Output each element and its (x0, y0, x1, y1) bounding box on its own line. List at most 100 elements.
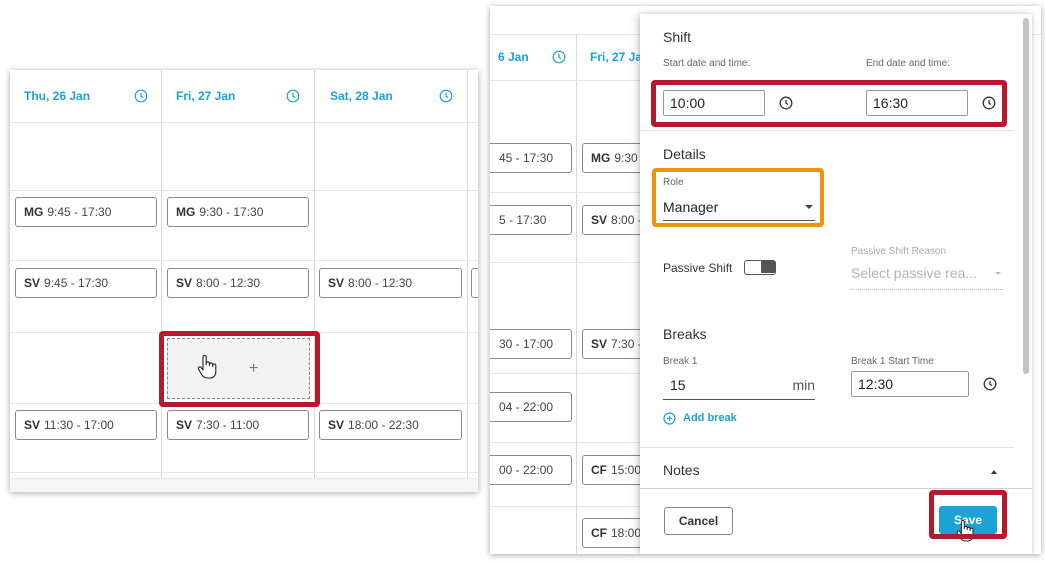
add-break-label: Add break (683, 412, 737, 424)
break1-duration-input[interactable]: 15 min (663, 373, 815, 400)
shift-time: 30 - 17:00 (499, 337, 554, 351)
shift-card[interactable]: SV 9:45 - 17:30 (15, 268, 157, 298)
shift-time: 7:30 - (611, 337, 642, 351)
shift-editor-screen: 6 Jan Fri, 27 Jan 45 - 17:30 5 - 17:30 3… (490, 6, 1041, 554)
footer-divider (640, 488, 1032, 489)
dropdown-arrow-icon (995, 272, 1001, 275)
end-time-value: 16:30 (873, 95, 909, 111)
clock-icon[interactable] (286, 89, 300, 103)
break1-start-input[interactable]: 12:30 (851, 371, 969, 397)
passive-reason-select: Select passive rea... (851, 265, 1003, 290)
clock-icon[interactable] (982, 96, 996, 110)
passive-reason-label: Passive Shift Reason (851, 246, 947, 257)
shift-time: 9:45 - 17:30 (47, 205, 112, 219)
shift-role-code: SV (176, 418, 193, 432)
shift-role-code: CF (591, 526, 607, 540)
shift-card[interactable]: 00 - 22:00 (490, 455, 572, 485)
day-header-fri-partial[interactable]: Fri, 27 Jan (590, 34, 640, 80)
shift-editor-modal: Shift Start date and time: End date and … (640, 14, 1032, 554)
clock-icon[interactable] (439, 89, 453, 103)
row-divider (490, 442, 640, 443)
shift-time: 18:00 - 22:30 (348, 418, 419, 432)
details-section-title: Details (663, 146, 706, 162)
shift-card[interactable]: SV 8:00 - 12:30 (319, 268, 462, 298)
hand-pointer-cursor-icon (956, 520, 974, 542)
shift-card[interactable]: MG 9:30 - 17:30 (167, 197, 309, 227)
column-divider (161, 70, 162, 492)
calendar-week-view: Thu, 26 Jan Fri, 27 Jan Sat, 28 Jan MG 9:… (10, 70, 478, 492)
add-shift-plus-icon: + (248, 359, 259, 377)
clock-icon[interactable] (134, 89, 148, 103)
break1-duration-unit: min (792, 377, 815, 393)
row-divider (490, 373, 640, 374)
shift-role-code: SV (328, 418, 345, 432)
shift-card[interactable]: SV 18:00 - 22:30 (319, 410, 462, 440)
shift-role-code: SV (24, 418, 41, 432)
break1-label: Break 1 (663, 356, 698, 367)
toggle-knob (761, 261, 775, 273)
horizontal-scrollbar[interactable] (10, 478, 478, 492)
column-divider (467, 70, 468, 492)
shift-card[interactable]: 30 - 17:00 (490, 329, 572, 359)
shift-role-code: MG (176, 205, 196, 219)
shift-role-code: CF (591, 463, 607, 477)
break1-start-value: 12:30 (858, 376, 894, 392)
row-divider (10, 122, 478, 123)
add-break-button[interactable]: Add break (663, 410, 737, 426)
cancel-button-label: Cancel (678, 514, 719, 528)
day-header-label: 6 Jan (498, 50, 529, 64)
shift-card[interactable]: 04 - 22:00 (490, 392, 572, 422)
shift-card[interactable]: MG 9:45 - 17:30 (15, 197, 157, 227)
shift-card-partial[interactable] (471, 268, 478, 298)
shift-time: 8:00 - 12:30 (348, 276, 413, 290)
clock-icon[interactable] (983, 377, 997, 391)
column-divider (314, 70, 315, 492)
shift-role-code: SV (328, 276, 345, 290)
start-time-input[interactable]: 10:00 (663, 90, 765, 116)
end-time-input[interactable]: 16:30 (866, 90, 968, 116)
break1-duration-value: 15 (670, 377, 686, 393)
shift-role-code: SV (176, 276, 193, 290)
start-datetime-label: Start date and time: (663, 58, 751, 69)
row-divider (490, 262, 640, 263)
passive-shift-label: Passive Shift (663, 261, 733, 275)
collapse-arrow-icon[interactable] (991, 470, 997, 474)
row-divider (10, 332, 478, 333)
clock-icon[interactable] (779, 96, 793, 110)
cancel-button[interactable]: Cancel (664, 507, 733, 535)
shift-card[interactable]: 45 - 17:30 (490, 143, 572, 173)
shift-card[interactable]: 5 - 17:30 (490, 205, 572, 235)
modal-scrollbar[interactable] (1023, 18, 1029, 374)
shift-time: 8:00 - (611, 213, 642, 227)
break1-start-label: Break 1 Start Time (851, 356, 934, 367)
breaks-section-title: Breaks (663, 326, 707, 342)
shift-role-code: SV (24, 276, 41, 290)
day-header-label: Fri, 27 Jan (176, 89, 236, 103)
shift-section-title: Shift (663, 29, 692, 45)
day-header-label: Fri, 27 Jan (590, 50, 640, 64)
day-header-label: Thu, 26 Jan (24, 89, 91, 103)
shift-time: 11:30 - 17:00 (44, 418, 114, 432)
shift-card[interactable]: SV 7:30 - 11:00 (167, 410, 309, 440)
shift-card[interactable]: SV 8:00 - 12:30 (167, 268, 309, 298)
row-divider (490, 506, 640, 507)
add-circle-icon (663, 411, 676, 425)
shift-role-code: SV (591, 213, 608, 227)
row-divider (10, 260, 478, 261)
hand-pointer-cursor-icon (197, 354, 217, 379)
passive-shift-toggle[interactable] (744, 260, 776, 275)
role-select[interactable]: Manager (663, 194, 815, 221)
shift-time: 8:00 - 12:30 (196, 276, 261, 290)
role-select-value: Manager (663, 199, 719, 215)
shift-time: 7:30 - 11:00 (196, 418, 260, 432)
clock-icon[interactable] (552, 50, 566, 64)
shift-time: 00 - 22:00 (499, 463, 554, 477)
row-divider (490, 80, 640, 81)
row-divider (10, 403, 478, 404)
add-shift-slot[interactable]: + (167, 338, 310, 399)
dropdown-arrow-icon (805, 205, 813, 209)
shift-card[interactable]: SV 11:30 - 17:00 (15, 410, 157, 440)
notes-section-title[interactable]: Notes (663, 462, 700, 478)
shift-role-code: MG (24, 205, 44, 219)
section-divider (640, 130, 1014, 131)
